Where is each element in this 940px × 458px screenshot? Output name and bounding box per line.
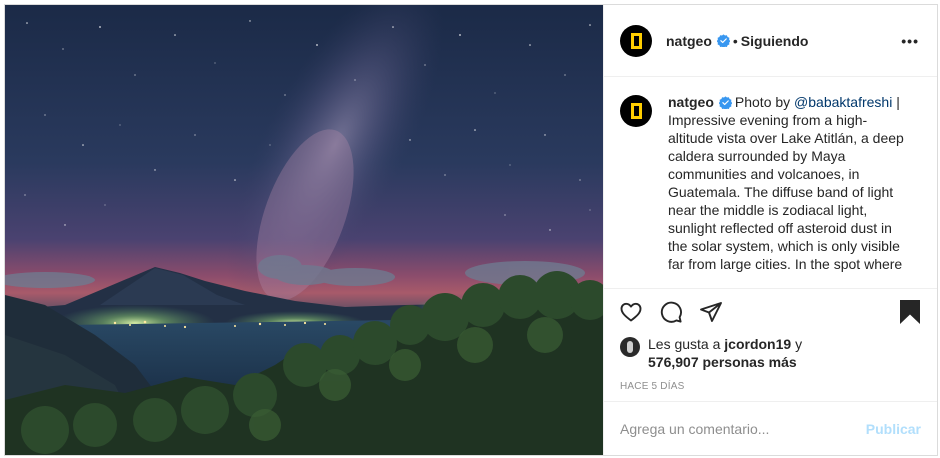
caption-mention-link[interactable]: @babaktafreshi xyxy=(794,94,892,110)
save-button[interactable] xyxy=(895,297,925,327)
liker-username[interactable]: jcordon19 xyxy=(724,336,791,352)
natgeo-logo-icon xyxy=(630,32,642,49)
likes-count-link[interactable]: 576,907 personas más xyxy=(648,354,797,370)
header-separator: • xyxy=(732,32,738,49)
caption-body: Impressive evening from a high-altitude … xyxy=(668,112,904,272)
likes-prefix: Les gusta a xyxy=(648,336,725,352)
author-avatar[interactable] xyxy=(620,24,652,57)
caption-username[interactable]: natgeo xyxy=(668,94,714,110)
like-button[interactable] xyxy=(616,297,646,327)
post-timestamp[interactable]: Hace 5 días xyxy=(604,371,937,401)
likes-summary: Les gusta a jcordon19 y 576,907 personas… xyxy=(604,335,937,371)
post-actions xyxy=(604,289,937,335)
likes-text: Les gusta a jcordon19 y 576,907 personas… xyxy=(648,335,802,371)
post-caption: natgeo Photo by @babaktafreshi | Impressi… xyxy=(604,77,937,289)
post-header: natgeo • Siguiendo ••• xyxy=(604,5,937,77)
add-comment-bar: Publicar xyxy=(604,401,937,455)
publish-button[interactable]: Publicar xyxy=(866,421,921,437)
heart-icon xyxy=(620,302,642,322)
more-options-button[interactable]: ••• xyxy=(899,33,921,49)
lake-atitlan-night-photo xyxy=(5,5,603,455)
liker-avatar[interactable] xyxy=(620,337,640,357)
post-side-panel: natgeo • Siguiendo ••• natgeo Photo by @b… xyxy=(603,5,937,455)
verified-badge-icon xyxy=(718,96,732,109)
natgeo-logo-icon xyxy=(630,103,642,119)
share-button[interactable] xyxy=(696,297,726,327)
verified-badge-icon xyxy=(716,34,730,47)
comment-button[interactable] xyxy=(656,297,686,327)
comment-icon xyxy=(660,301,682,323)
bookmark-icon xyxy=(900,300,920,324)
paper-plane-icon xyxy=(700,302,722,322)
comment-input[interactable] xyxy=(620,420,866,437)
likes-connector: y xyxy=(791,336,803,352)
caption-author-avatar[interactable] xyxy=(620,95,652,127)
post-photo[interactable] xyxy=(5,5,603,455)
following-button[interactable]: Siguiendo xyxy=(741,33,809,49)
caption-prefix: Photo by xyxy=(734,94,795,110)
caption-text: natgeo Photo by @babaktafreshi | Impressi… xyxy=(668,93,908,288)
caption-separator: | xyxy=(892,94,900,110)
instagram-post: natgeo • Siguiendo ••• natgeo Photo by @b… xyxy=(4,4,938,456)
author-username[interactable]: natgeo xyxy=(666,33,712,49)
